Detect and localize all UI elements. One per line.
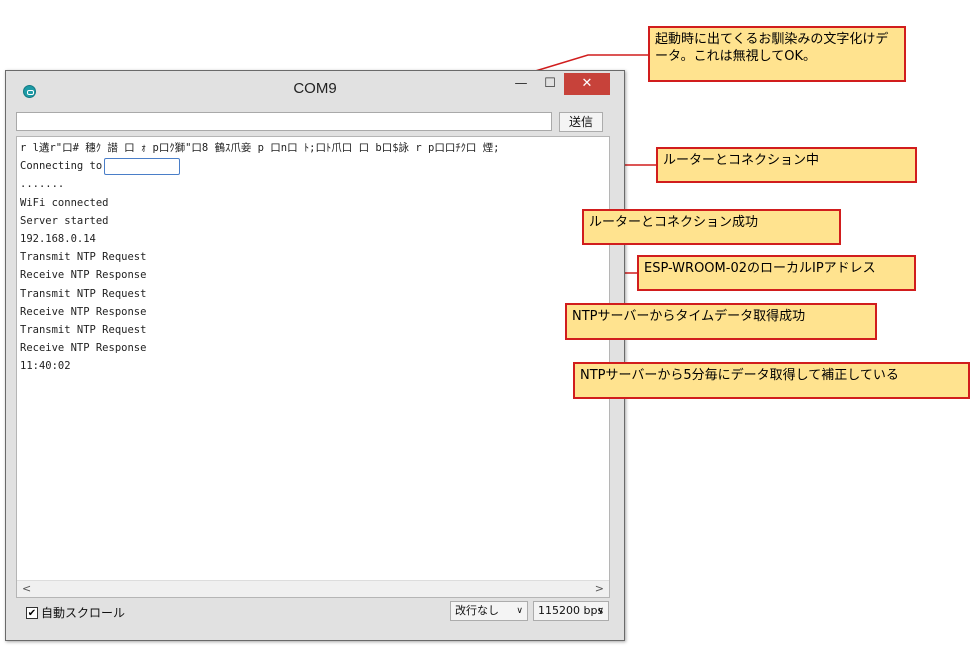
chevron-down-icon: ∨ — [516, 606, 523, 616]
console-line: Transmit NTP Request — [20, 251, 147, 264]
scroll-right-icon[interactable]: > — [595, 581, 604, 597]
console-line: Transmit NTP Request — [20, 323, 147, 336]
console-line-text: Connecting to — [20, 160, 103, 173]
callout-garbled-data: 起動時に出てくるお馴染みの文字化けデータ。これは無視してOK。 — [648, 26, 906, 82]
minimize-button[interactable]: — — [506, 73, 536, 95]
callout-local-ip: ESP-WROOM-02のローカルIPアドレス — [637, 255, 916, 291]
serial-monitor-window: COM9 — ☐ ✕ 送信 r l遘r"口# 穗ｸ 譛 口 ｫ p口ｸ獅"口8 … — [5, 70, 625, 641]
baud-rate-select[interactable]: 115200 bps ∨ — [533, 601, 609, 621]
title-bar: COM9 — ☐ ✕ — [6, 71, 624, 111]
console-line: 11:40:02 — [20, 360, 71, 373]
baud-rate-value: 115200 bps — [538, 604, 604, 617]
send-button[interactable]: 送信 — [559, 112, 603, 132]
serial-output: r l遘r"口# 穗ｸ 譛 口 ｫ p口ｸ獅"口8 鶴ｽ爪妾 p 口n口 ﾄ;口… — [16, 136, 610, 598]
line-ending-value: 改行なし — [455, 604, 499, 617]
console-line: Transmit NTP Request — [20, 287, 147, 300]
console-line: Receive NTP Response — [20, 269, 147, 282]
horizontal-scrollbar[interactable]: < > — [17, 580, 609, 597]
callout-connected: ルーターとコネクション成功 — [582, 209, 841, 245]
masked-ssid-box — [104, 157, 181, 175]
console-line: Connecting to — [20, 157, 608, 175]
chevron-down-icon: ∨ — [597, 606, 604, 616]
console-line: r l遘r"口# 穗ｸ 譛 口 ｫ p口ｸ獅"口8 鶴ｽ爪妾 p 口n口 ﾄ;口… — [20, 142, 500, 154]
status-bar: ✔ 自動スクロール 改行なし ∨ 115200 bps ∨ — [16, 599, 610, 629]
close-button[interactable]: ✕ — [564, 73, 610, 95]
console-line: WiFi connected — [20, 196, 109, 209]
autoscroll-checkbox[interactable]: ✔ — [26, 607, 38, 619]
console-line: Receive NTP Response — [20, 305, 147, 318]
console-line: ....... — [20, 178, 65, 191]
autoscroll-label: 自動スクロール — [41, 606, 126, 620]
callout-ntp-periodic: NTPサーバーから5分毎にデータ取得して補正している — [573, 362, 970, 399]
line-ending-select[interactable]: 改行なし ∨ — [450, 601, 528, 621]
callout-connecting: ルーターとコネクション中 — [656, 147, 917, 183]
console-line: Receive NTP Response — [20, 342, 147, 355]
send-input[interactable] — [16, 112, 552, 131]
maximize-button[interactable]: ☐ — [536, 73, 564, 95]
console-line: Server started — [20, 214, 109, 227]
callout-ntp-success: NTPサーバーからタイムデータ取得成功 — [565, 303, 877, 340]
scroll-left-icon[interactable]: < — [22, 581, 31, 597]
console-line: 192.168.0.14 — [20, 232, 96, 245]
